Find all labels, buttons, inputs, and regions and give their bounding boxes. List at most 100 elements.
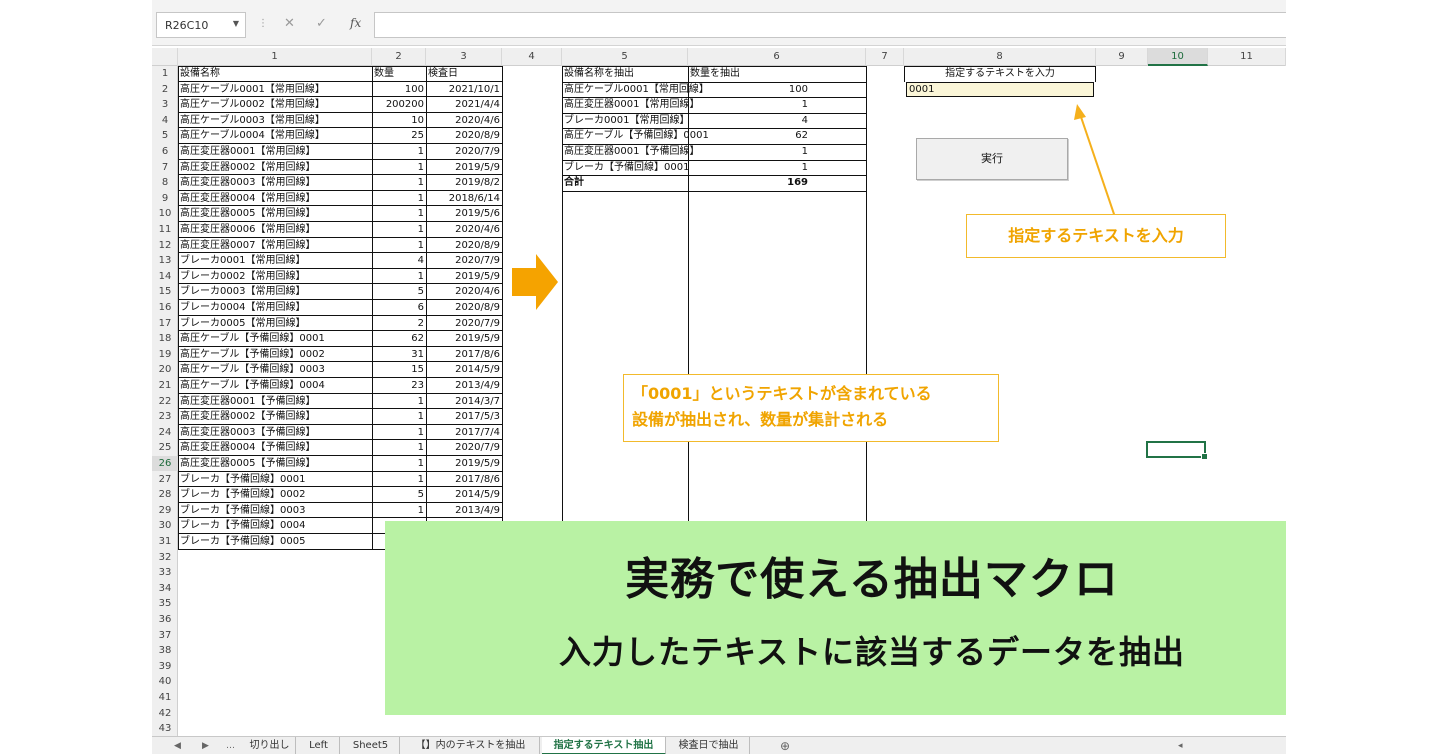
table-cell: 高圧ケーブル【予備回線】0004 bbox=[180, 380, 325, 391]
row-header-16[interactable]: 16 bbox=[152, 300, 178, 315]
row-header-43[interactable]: 43 bbox=[152, 721, 178, 736]
grid-line bbox=[178, 345, 502, 347]
grid-line bbox=[178, 174, 502, 176]
column-header-2[interactable]: 2 bbox=[372, 48, 426, 66]
column-header-11[interactable]: 11 bbox=[1208, 48, 1286, 66]
row-header-3[interactable]: 3 bbox=[152, 97, 178, 112]
row-header-19[interactable]: 19 bbox=[152, 347, 178, 362]
column-header-6[interactable]: 6 bbox=[688, 48, 866, 66]
row-header-12[interactable]: 12 bbox=[152, 238, 178, 253]
column-header-8[interactable]: 8 bbox=[904, 48, 1096, 66]
column-header-1[interactable]: 1 bbox=[178, 48, 372, 66]
sheet-tab[interactable]: 【】内のテキストを抽出 bbox=[402, 737, 540, 754]
table-cell: 高圧変圧器0002【予備回線】 bbox=[180, 411, 316, 423]
row-header-11[interactable]: 11 bbox=[152, 222, 178, 237]
grid-line bbox=[904, 66, 905, 82]
select-all-corner[interactable] bbox=[152, 48, 178, 66]
row-header-29[interactable]: 29 bbox=[152, 503, 178, 518]
cancel-icon[interactable]: ✕ bbox=[284, 16, 295, 31]
row-header-5[interactable]: 5 bbox=[152, 128, 178, 143]
next-sheet-icon[interactable]: ▶ bbox=[202, 737, 209, 754]
column-header-5[interactable]: 5 bbox=[562, 48, 688, 66]
drag-handle-icon[interactable]: ⋮ bbox=[258, 18, 268, 29]
insert-function-icon[interactable]: fx bbox=[350, 16, 361, 30]
row-header-21[interactable]: 21 bbox=[152, 378, 178, 393]
scrollbar-left-icon[interactable]: ◂ bbox=[1178, 737, 1183, 754]
add-sheet-icon[interactable]: ⊕ bbox=[780, 737, 790, 754]
row-header-32[interactable]: 32 bbox=[152, 550, 178, 565]
row-header-20[interactable]: 20 bbox=[152, 362, 178, 377]
row-header-24[interactable]: 24 bbox=[152, 425, 178, 440]
row-header-2[interactable]: 2 bbox=[152, 82, 178, 97]
row-header-27[interactable]: 27 bbox=[152, 472, 178, 487]
column-header-10[interactable]: 10 bbox=[1148, 48, 1208, 66]
more-sheets-icon[interactable]: … bbox=[226, 737, 235, 754]
name-box[interactable]: R26C10 ▼ bbox=[156, 12, 246, 38]
table-cell: 高圧変圧器0004【常用回線】 bbox=[180, 192, 316, 204]
row-header-41[interactable]: 41 bbox=[152, 690, 178, 705]
row-header-33[interactable]: 33 bbox=[152, 565, 178, 580]
row-header-4[interactable]: 4 bbox=[152, 113, 178, 128]
row-header-1[interactable]: 1 bbox=[152, 66, 178, 81]
row-header-17[interactable]: 17 bbox=[152, 316, 178, 331]
enter-check-icon[interactable]: ✓ bbox=[316, 16, 327, 31]
row-header-22[interactable]: 22 bbox=[152, 394, 178, 409]
row-header-15[interactable]: 15 bbox=[152, 284, 178, 299]
table-cell: 1 bbox=[417, 473, 424, 485]
row-header-25[interactable]: 25 bbox=[152, 440, 178, 455]
row-header-38[interactable]: 38 bbox=[152, 643, 178, 658]
table-cell: 100 bbox=[788, 83, 808, 95]
table-cell: 2020/7/9 bbox=[455, 442, 500, 454]
table-cell: 1 bbox=[417, 161, 424, 173]
row-header-14[interactable]: 14 bbox=[152, 269, 178, 284]
row-header-36[interactable]: 36 bbox=[152, 612, 178, 627]
sheet-tab[interactable]: 切り出し bbox=[244, 737, 296, 754]
header-cell: 検査日 bbox=[428, 68, 458, 79]
chevron-down-icon[interactable]: ▼ bbox=[233, 19, 239, 28]
formula-input[interactable] bbox=[374, 12, 1286, 38]
table-cell: 62 bbox=[411, 333, 424, 345]
row-header-40[interactable]: 40 bbox=[152, 674, 178, 689]
run-button[interactable]: 実行 bbox=[916, 138, 1068, 180]
table-cell: 2020/4/6 bbox=[455, 224, 500, 235]
row-header-6[interactable]: 6 bbox=[152, 144, 178, 159]
row-header-18[interactable]: 18 bbox=[152, 331, 178, 346]
row-header-39[interactable]: 39 bbox=[152, 659, 178, 674]
row-header-8[interactable]: 8 bbox=[152, 175, 178, 190]
grid-line bbox=[178, 439, 502, 441]
row-header-26[interactable]: 26 bbox=[152, 456, 178, 471]
row-header-37[interactable]: 37 bbox=[152, 628, 178, 643]
table-cell: ブレーカ【予備回線】0003 bbox=[180, 504, 306, 516]
table-cell: 10 bbox=[411, 114, 424, 126]
sheet-tab[interactable]: 検査日で抽出 bbox=[668, 737, 750, 754]
grid-line bbox=[178, 423, 502, 425]
row-header-42[interactable]: 42 bbox=[152, 706, 178, 721]
column-header-7[interactable]: 7 bbox=[866, 48, 904, 66]
text-input-cell[interactable]: 0001 bbox=[906, 82, 1094, 97]
row-header-7[interactable]: 7 bbox=[152, 160, 178, 175]
column-header-row: 1 2 3 4 5 6 7 8 9 10 11 bbox=[152, 48, 1286, 66]
row-header-31[interactable]: 31 bbox=[152, 534, 178, 549]
column-header-4[interactable]: 4 bbox=[502, 48, 562, 66]
sheet-tab[interactable]: Left bbox=[298, 737, 340, 754]
row-header-30[interactable]: 30 bbox=[152, 518, 178, 533]
row-header-9[interactable]: 9 bbox=[152, 191, 178, 206]
sheet-tab[interactable]: 指定するテキスト抽出 bbox=[542, 737, 666, 754]
column-header-9[interactable]: 9 bbox=[1096, 48, 1148, 66]
grid-line bbox=[178, 66, 179, 550]
row-header-10[interactable]: 10 bbox=[152, 206, 178, 221]
table-cell: 高圧変圧器0005【予備回線】 bbox=[180, 458, 316, 469]
row-header-35[interactable]: 35 bbox=[152, 596, 178, 611]
selected-cell[interactable] bbox=[1146, 441, 1208, 460]
row-header-28[interactable]: 28 bbox=[152, 487, 178, 502]
result-callout-line1: 「0001」というテキストが含まれている bbox=[632, 384, 932, 403]
grid-line bbox=[178, 408, 502, 410]
prev-sheet-icon[interactable]: ◀ bbox=[174, 737, 181, 754]
row-header-23[interactable]: 23 bbox=[152, 409, 178, 424]
row-header-13[interactable]: 13 bbox=[152, 253, 178, 268]
row-header-34[interactable]: 34 bbox=[152, 581, 178, 596]
grid-line bbox=[178, 158, 502, 160]
grid-line bbox=[1095, 66, 1096, 82]
column-header-3[interactable]: 3 bbox=[426, 48, 502, 66]
sheet-tab[interactable]: Sheet5 bbox=[342, 737, 400, 754]
